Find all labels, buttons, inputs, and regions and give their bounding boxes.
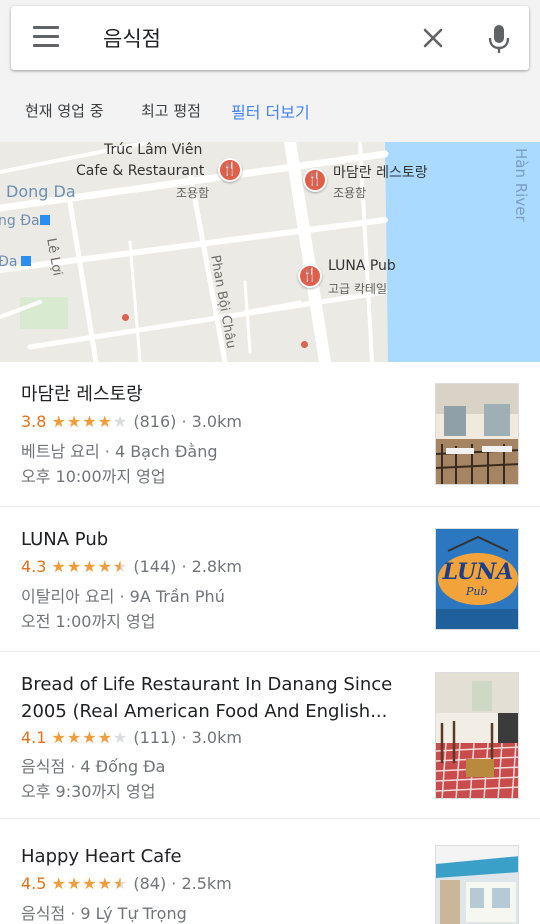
thumb-logo-sub: Pub	[466, 585, 488, 598]
map-place-dot[interactable]	[301, 341, 308, 348]
result-details: 음식점 · 9 Lý Tự Trọng	[21, 904, 187, 923]
thumb-logo-text: LUNA	[442, 559, 514, 585]
map-view[interactable]: Dong Da ng Đa Đa Lê Lợi Phan Bội Châu Hà…	[0, 142, 540, 362]
rating-value: 4.1	[21, 728, 47, 747]
filter-more[interactable]: 필터 더보기	[231, 99, 310, 123]
microphone-icon[interactable]	[485, 23, 513, 55]
star-rating-icon: ★★★★★	[51, 557, 129, 576]
map-area-label: Dong Da	[6, 182, 76, 201]
result-card[interactable]: 마담란 레스토랑 3.8 ★★★★★ (816) · 3.0km 베트남 요리 …	[0, 362, 540, 507]
map-poi-label: 마담란 레스토랑	[333, 165, 428, 181]
map-area-label: ng Đa	[0, 213, 40, 229]
result-photo[interactable]: LUNA Pub	[435, 528, 519, 630]
result-details: 이탈리아 요리 · 9A Trần Phú	[21, 587, 225, 606]
close-icon[interactable]	[419, 24, 447, 52]
result-card[interactable]: LUNA Pub 4.3 ★★★★★ (144) · 2.8km 이탈리아 요리…	[0, 507, 540, 652]
star-rating-icon: ★★★★★	[51, 728, 129, 747]
restaurant-pin-icon[interactable]: 🍴	[298, 264, 322, 288]
result-name-line2: 2005 (Real American Food And English...	[21, 701, 388, 722]
star-rating-icon: ★★★★★	[51, 874, 129, 893]
result-hours: 오후 10:00까지 영업	[21, 467, 166, 486]
map-river-label: Hàn River	[512, 148, 530, 222]
map-poi-sublabel: 고급 칵테일	[328, 282, 388, 296]
map-poi-sublabel: 조용함	[176, 186, 210, 200]
map-area-label: Đa	[0, 254, 18, 270]
star-rating-icon: ★★★★★	[51, 412, 129, 431]
result-photo[interactable]	[435, 845, 519, 924]
map-poi-label: Cafe & Restaurant	[76, 163, 205, 179]
result-name: Happy Heart Cafe	[21, 846, 182, 867]
menu-icon[interactable]	[33, 26, 61, 50]
result-card[interactable]: Bread of Life Restaurant In Danang Since…	[0, 652, 540, 819]
result-details: 음식점 · 4 Đống Đa	[21, 757, 166, 776]
rating-value: 4.5	[21, 874, 47, 893]
map-poi-sublabel: 조용함	[333, 186, 367, 200]
rating-value: 3.8	[21, 412, 47, 431]
review-count: (816) · 3.0km	[133, 412, 242, 431]
rating-row: 4.5 ★★★★★ (84) · 2.5km	[21, 874, 232, 893]
filter-top-rated[interactable]: 최고 평점	[141, 100, 201, 121]
result-details: 베트남 요리 · 4 Bạch Đằng	[21, 442, 218, 461]
review-count: (144) · 2.8km	[133, 557, 242, 576]
restaurant-pin-icon[interactable]: 🍴	[303, 168, 327, 192]
review-count: (111) · 3.0km	[133, 728, 242, 747]
result-hours: 오후 9:30까지 영업	[21, 782, 156, 801]
search-bar	[11, 6, 529, 70]
map-place-dot[interactable]	[122, 314, 129, 321]
map-poi-label: LUNA Pub	[328, 258, 396, 274]
rating-row: 4.3 ★★★★★ (144) · 2.8km	[21, 557, 242, 576]
rating-row: 4.1 ★★★★★ (111) · 3.0km	[21, 728, 242, 747]
result-name: 마담란 레스토랑	[21, 384, 143, 405]
map-poi-label: Trúc Lâm Viên	[104, 142, 203, 158]
result-name-line1: Bread of Life Restaurant In Danang Since	[21, 674, 393, 695]
result-card[interactable]: Happy Heart Cafe 4.5 ★★★★★ (84) · 2.5km …	[0, 819, 540, 924]
search-input[interactable]	[103, 20, 403, 56]
result-name: LUNA Pub	[21, 529, 109, 550]
filter-open-now[interactable]: 현재 영업 중	[25, 100, 104, 121]
rating-value: 4.3	[21, 557, 47, 576]
restaurant-pin-icon[interactable]: 🍴	[218, 158, 242, 182]
result-photo[interactable]	[435, 383, 519, 485]
search-area: 현재 영업 중 최고 평점 필터 더보기	[0, 0, 540, 142]
result-hours: 오전 1:00까지 영업	[21, 612, 156, 631]
filter-chips: 현재 영업 중 최고 평점 필터 더보기	[0, 92, 540, 132]
review-count: (84) · 2.5km	[133, 874, 232, 893]
rating-row: 3.8 ★★★★★ (816) · 3.0km	[21, 412, 242, 431]
result-photo[interactable]	[435, 672, 519, 799]
